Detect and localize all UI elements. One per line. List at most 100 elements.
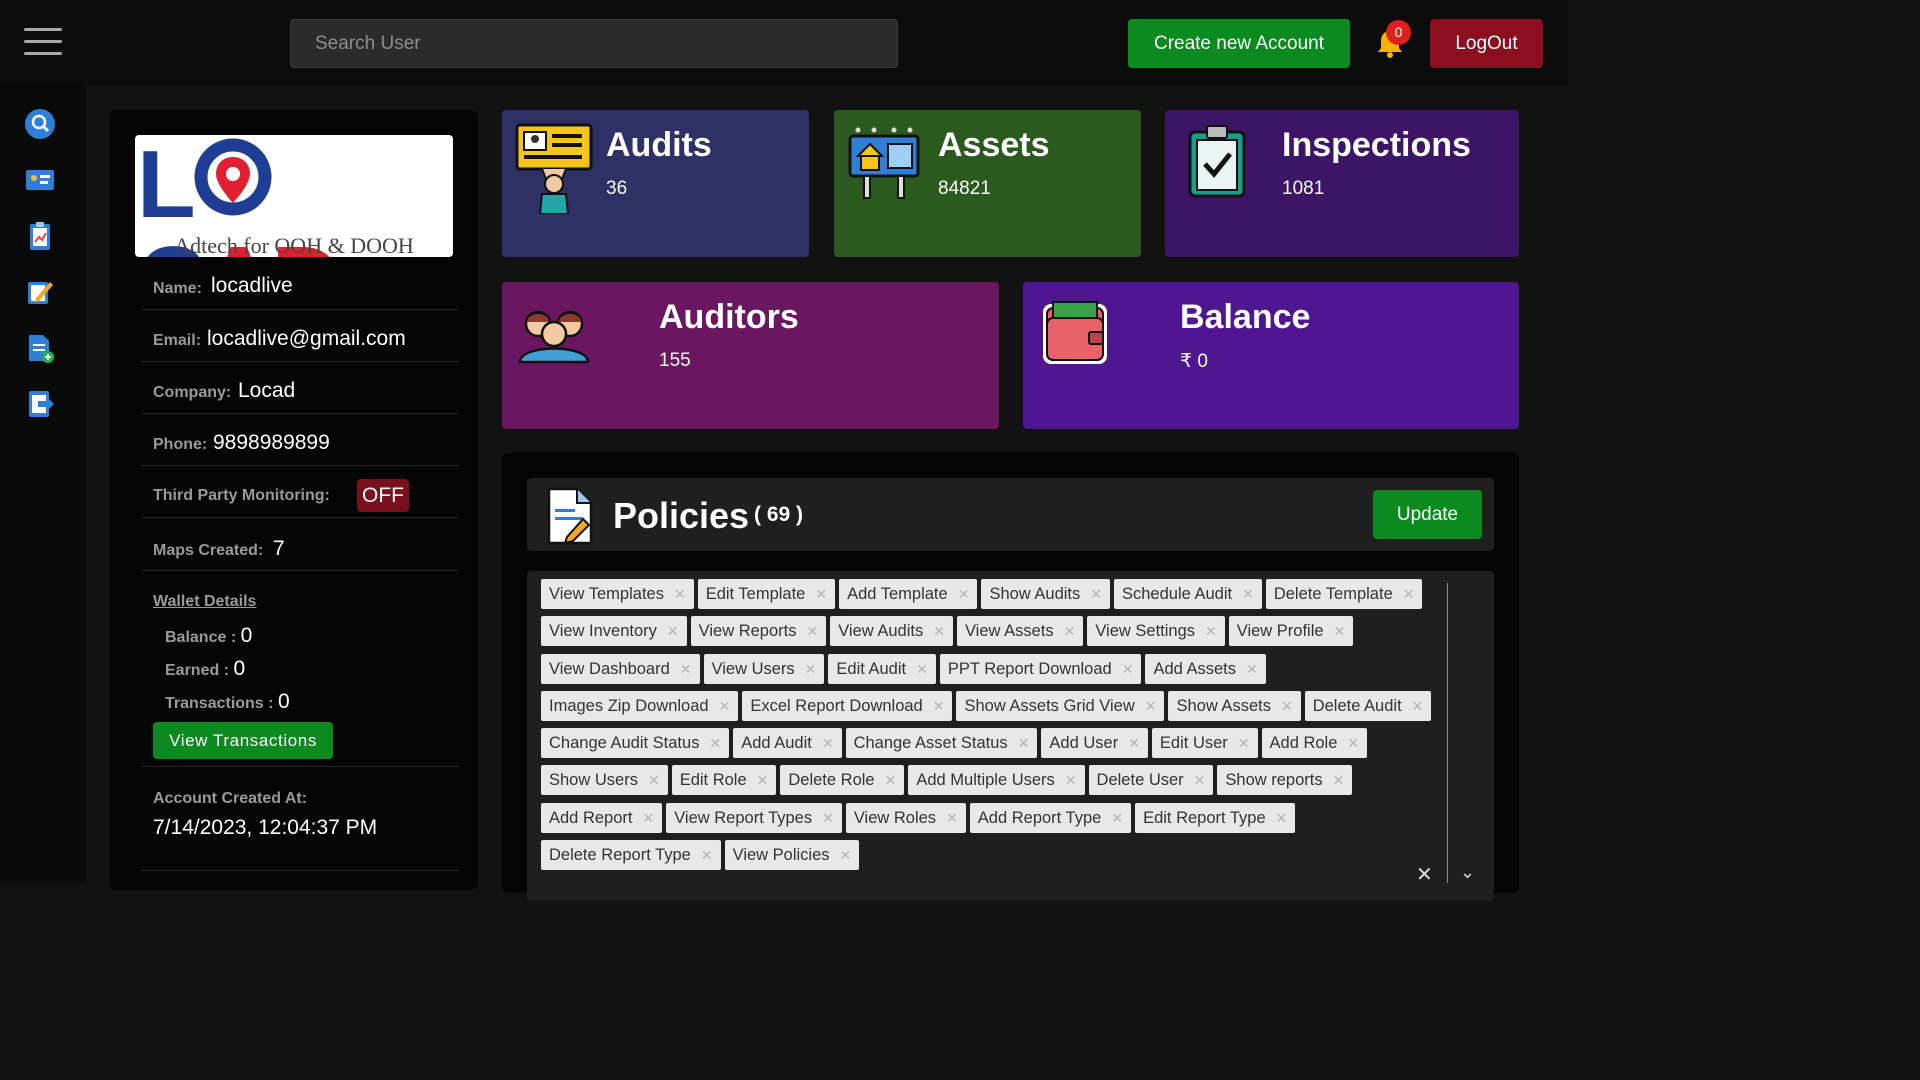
policy-tag[interactable]: View Reports ✕ bbox=[690, 616, 827, 647]
remove-tag-icon[interactable]: ✕ bbox=[1347, 735, 1359, 751]
policy-tag[interactable]: Excel Report Download ✕ bbox=[742, 690, 953, 721]
remove-tag-icon[interactable]: ✕ bbox=[719, 698, 731, 714]
remove-tag-icon[interactable]: ✕ bbox=[1145, 698, 1157, 714]
remove-tag-icon[interactable]: ✕ bbox=[1090, 586, 1102, 602]
policy-tag[interactable]: Show Assets Grid View ✕ bbox=[956, 690, 1165, 721]
policy-tag[interactable]: View Assets ✕ bbox=[956, 616, 1084, 647]
remove-tag-icon[interactable]: ✕ bbox=[815, 586, 827, 602]
policy-tag[interactable]: Delete Role ✕ bbox=[780, 765, 905, 796]
wallet-details-link[interactable]: Wallet Details bbox=[153, 593, 256, 611]
remove-tag-icon[interactable]: ✕ bbox=[946, 810, 958, 826]
policy-tag[interactable]: View Report Types ✕ bbox=[666, 802, 842, 833]
remove-tag-icon[interactable]: ✕ bbox=[674, 586, 686, 602]
update-policies-button[interactable]: Update bbox=[1373, 490, 1482, 539]
clipboard-chart-icon[interactable] bbox=[24, 220, 56, 252]
policy-tag[interactable]: Show Users ✕ bbox=[541, 765, 668, 796]
remove-tag-icon[interactable]: ✕ bbox=[933, 698, 945, 714]
remove-tag-icon[interactable]: ✕ bbox=[1238, 735, 1250, 751]
remove-tag-icon[interactable]: ✕ bbox=[1122, 661, 1134, 677]
remove-tag-icon[interactable]: ✕ bbox=[806, 623, 818, 639]
policy-tag[interactable]: Add Multiple Users ✕ bbox=[908, 765, 1085, 796]
policy-tag[interactable]: Edit Report Type ✕ bbox=[1135, 802, 1296, 833]
remove-tag-icon[interactable]: ✕ bbox=[1403, 586, 1415, 602]
remove-tag-icon[interactable]: ✕ bbox=[642, 810, 654, 826]
remove-tag-icon[interactable]: ✕ bbox=[933, 623, 945, 639]
policy-tag[interactable]: Change Asset Status ✕ bbox=[845, 728, 1038, 759]
third-party-monitoring-status[interactable]: OFF bbox=[357, 479, 409, 512]
remove-tag-icon[interactable]: ✕ bbox=[1064, 623, 1076, 639]
balance-card[interactable]: Balance ₹ 0 bbox=[1023, 282, 1519, 429]
remove-tag-icon[interactable]: ✕ bbox=[1246, 661, 1258, 677]
policy-tag[interactable]: Show reports ✕ bbox=[1217, 765, 1353, 796]
policy-tag[interactable]: Show Assets ✕ bbox=[1168, 690, 1301, 721]
policy-tag[interactable]: Add Template ✕ bbox=[839, 579, 978, 609]
policy-tag[interactable]: Add Role ✕ bbox=[1261, 728, 1368, 759]
hamburger-menu-icon[interactable] bbox=[24, 28, 62, 58]
remove-tag-icon[interactable]: ✕ bbox=[1018, 735, 1030, 751]
search-user-input[interactable] bbox=[290, 19, 898, 68]
remove-tag-icon[interactable]: ✕ bbox=[822, 735, 834, 751]
logout-button[interactable]: LogOut bbox=[1430, 19, 1543, 68]
remove-tag-icon[interactable]: ✕ bbox=[916, 661, 928, 677]
policy-tag[interactable]: View Inventory ✕ bbox=[541, 616, 687, 647]
remove-tag-icon[interactable]: ✕ bbox=[648, 772, 660, 788]
policy-tag[interactable]: View Settings ✕ bbox=[1087, 616, 1225, 647]
policy-tag[interactable]: Delete Audit ✕ bbox=[1304, 690, 1432, 721]
policy-tag[interactable]: Schedule Audit ✕ bbox=[1113, 579, 1262, 609]
remove-tag-icon[interactable]: ✕ bbox=[958, 586, 970, 602]
policy-tag[interactable]: View Roles ✕ bbox=[845, 802, 966, 833]
remove-tag-icon[interactable]: ✕ bbox=[805, 661, 817, 677]
policy-tag[interactable]: Add Report Type ✕ bbox=[969, 802, 1132, 833]
remove-tag-icon[interactable]: ✕ bbox=[667, 623, 679, 639]
policy-tag[interactable]: View Dashboard ✕ bbox=[541, 653, 700, 684]
policy-tag[interactable]: View Audits ✕ bbox=[830, 616, 953, 647]
policy-tag[interactable]: Delete Template ✕ bbox=[1265, 579, 1423, 609]
policy-tag[interactable]: Show Audits ✕ bbox=[981, 579, 1110, 609]
remove-tag-icon[interactable]: ✕ bbox=[1242, 586, 1254, 602]
remove-tag-icon[interactable]: ✕ bbox=[709, 735, 721, 751]
policy-tag[interactable]: Delete User ✕ bbox=[1088, 765, 1214, 796]
policy-tag[interactable]: View Templates ✕ bbox=[541, 579, 694, 609]
remove-tag-icon[interactable]: ✕ bbox=[1334, 623, 1346, 639]
remove-tag-icon[interactable]: ✕ bbox=[1065, 772, 1077, 788]
remove-tag-icon[interactable]: ✕ bbox=[757, 772, 769, 788]
edit-pencil-icon[interactable] bbox=[24, 276, 56, 308]
create-account-button[interactable]: Create new Account bbox=[1128, 19, 1350, 68]
remove-tag-icon[interactable]: ✕ bbox=[680, 661, 692, 677]
remove-tag-icon[interactable]: ✕ bbox=[1111, 810, 1123, 826]
search-icon[interactable] bbox=[24, 108, 56, 140]
policy-tag[interactable]: Edit Role ✕ bbox=[671, 765, 777, 796]
assets-card[interactable]: Assets 84821 bbox=[834, 110, 1141, 257]
remove-tag-icon[interactable]: ✕ bbox=[1281, 698, 1293, 714]
audits-card[interactable]: Audits 36 bbox=[502, 110, 809, 257]
policy-tag[interactable]: Add Audit ✕ bbox=[733, 728, 842, 759]
inspections-card[interactable]: Inspections 1081 bbox=[1165, 110, 1519, 257]
remove-tag-icon[interactable]: ✕ bbox=[1205, 623, 1217, 639]
remove-tag-icon[interactable]: ✕ bbox=[822, 810, 834, 826]
remove-tag-icon[interactable]: ✕ bbox=[1128, 735, 1140, 751]
policy-tag[interactable]: Edit Audit ✕ bbox=[828, 653, 936, 684]
policy-tag[interactable]: Images Zip Download ✕ bbox=[541, 690, 739, 721]
exit-icon[interactable] bbox=[24, 388, 56, 420]
remove-tag-icon[interactable]: ✕ bbox=[1276, 810, 1288, 826]
auditors-card[interactable]: Auditors 155 bbox=[502, 282, 999, 429]
remove-tag-icon[interactable]: ✕ bbox=[1412, 698, 1424, 714]
policy-tag[interactable]: View Users ✕ bbox=[703, 653, 825, 684]
policy-tag[interactable]: Edit User ✕ bbox=[1151, 728, 1258, 759]
remove-tag-icon[interactable]: ✕ bbox=[1194, 772, 1206, 788]
add-document-icon[interactable] bbox=[24, 332, 56, 364]
policy-tag[interactable]: PPT Report Download ✕ bbox=[939, 653, 1142, 684]
policy-tag[interactable]: Delete Report Type ✕ bbox=[541, 840, 721, 871]
remove-tag-icon[interactable]: ✕ bbox=[840, 847, 852, 863]
remove-tag-icon[interactable]: ✕ bbox=[701, 847, 713, 863]
clear-all-icon[interactable]: ✕ bbox=[1416, 862, 1433, 887]
policy-tag[interactable]: Add User ✕ bbox=[1041, 728, 1148, 759]
policy-tag[interactable]: Add Report ✕ bbox=[541, 802, 663, 833]
remove-tag-icon[interactable]: ✕ bbox=[885, 772, 897, 788]
policy-tag[interactable]: Edit Template ✕ bbox=[697, 579, 836, 609]
view-transactions-button[interactable]: View Transactions bbox=[153, 722, 333, 759]
remove-tag-icon[interactable]: ✕ bbox=[1333, 772, 1345, 788]
policy-tag[interactable]: View Policies ✕ bbox=[724, 840, 860, 871]
chevron-down-icon[interactable]: ⌄ bbox=[1460, 862, 1475, 883]
dashboard-card-icon[interactable] bbox=[24, 164, 56, 196]
